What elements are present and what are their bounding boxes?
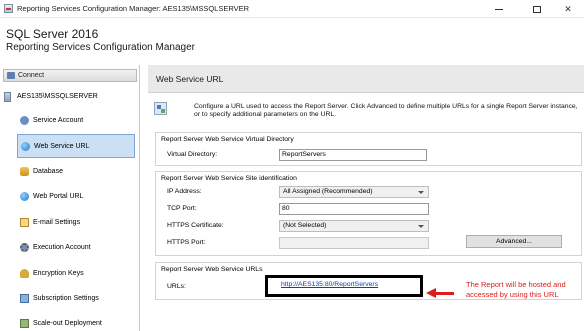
https-certificate-value: (Not Selected) [283,222,327,229]
app-subtitle: Reporting Services Configuration Manager [6,42,195,53]
sidebar-item-label: Database [33,168,63,175]
scale-out-icon [20,319,29,328]
https-port-input[interactable] [279,237,429,249]
configure-icon [154,102,167,115]
gear-icon [20,243,29,252]
subscription-icon [20,294,29,303]
connect-icon [7,72,15,79]
page-title: Web Service URL [156,74,224,84]
sidebar: Connect AES135\MSSQLSERVER Service Accou… [0,65,140,331]
app-header: SQL Server 2016 Reporting Services Confi… [0,18,584,64]
key-icon [20,269,29,278]
server-icon [4,92,11,102]
main-header: Web Service URL [148,65,584,93]
annotation-note: The Report will be hosted and accessed b… [466,280,566,299]
main-panel: Web Service URL Configure a URL used to … [148,65,584,331]
sidebar-item-label: E-mail Settings [33,219,81,226]
tcp-port-label: TCP Port: [167,205,197,212]
arrow-shaft [436,292,454,295]
close-button[interactable]: ✕ [552,0,584,18]
intro-text: Configure a URL used to access the Repor… [194,103,578,118]
sidebar-item-web-service-url[interactable]: Web Service URL [17,134,135,158]
sidebar-item-label: Service Account [33,117,84,124]
ip-address-value: All Assigned (Recommended) [283,188,373,195]
connect-button[interactable]: Connect [3,69,137,82]
ip-address-label: IP Address: [167,188,202,195]
minimize-button[interactable] [482,0,516,18]
sidebar-item-label: Web Portal URL [33,193,84,200]
globe-icon [21,142,30,151]
user-icon [20,116,29,125]
annotation-arrow [426,288,456,299]
virtual-directory-input[interactable]: ReportServers [279,149,427,161]
globe-icon [20,192,29,201]
sidebar-item-label: Subscription Settings [33,295,99,302]
close-icon: ✕ [564,3,572,14]
sidebar-item-label: Web Service URL [34,143,90,150]
virtual-directory-group: Report Server Web Service Virtual Direct… [155,132,582,166]
ip-address-select[interactable]: All Assigned (Recommended) [279,186,429,198]
urls-label: URLs: [167,283,186,290]
sidebar-item-service-account[interactable]: Service Account [0,109,140,133]
virtual-directory-label: Virtual Directory: [167,151,218,158]
sidebar-item-subscription-settings[interactable]: Subscription Settings [0,287,140,311]
group-title: Report Server Web Service Site identific… [161,175,297,182]
group-title: Report Server Web Service Virtual Direct… [161,136,294,143]
arrow-head [426,288,436,298]
chevron-down-icon [418,225,424,228]
mail-icon [20,218,29,227]
tcp-port-input[interactable]: 80 [279,203,429,215]
sidebar-item-web-portal-url[interactable]: Web Portal URL [0,185,140,209]
chevron-down-icon [418,191,424,194]
sidebar-item-email-settings[interactable]: E-mail Settings [0,211,140,235]
maximize-button[interactable] [520,0,554,18]
group-title: Report Server Web Service URLs [161,266,263,273]
connect-label: Connect [18,72,45,79]
https-port-label: HTTPS Port: [167,239,206,246]
sidebar-item-execution-account[interactable]: Execution Account [0,236,140,260]
window-title: Reporting Services Configuration Manager… [17,4,250,13]
product-name: SQL Server 2016 [6,27,99,41]
https-certificate-select[interactable]: (Not Selected) [279,220,429,232]
site-identification-group: Report Server Web Service Site identific… [155,171,582,256]
sidebar-item-encryption-keys[interactable]: Encryption Keys [0,262,140,286]
url-highlight-box [265,275,423,297]
sidebar-item-label: Execution Account [33,244,91,251]
sidebar-item-label: Encryption Keys [33,270,84,277]
sidebar-item-database[interactable]: Database [0,160,140,184]
maximize-icon [533,5,541,13]
sidebar-item-scale-out-deployment[interactable]: Scale-out Deployment [0,312,140,331]
app-icon [4,4,13,13]
https-certificate-label: HTTPS Certificate: [167,222,224,229]
server-name: AES135\MSSQLSERVER [17,93,98,100]
sidebar-item-label: Scale-out Deployment [33,320,102,327]
database-icon [20,167,29,176]
title-bar: Reporting Services Configuration Manager… [0,0,584,18]
advanced-button[interactable]: Advanced... [466,235,562,248]
minimize-icon [495,8,503,10]
